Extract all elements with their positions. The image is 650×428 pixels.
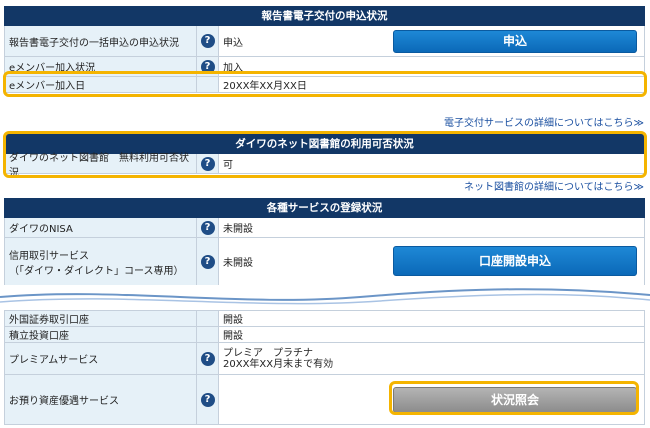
nisa-value: 未開設	[219, 218, 644, 237]
tsumitate-row: 積立投資口座 開設	[4, 327, 645, 343]
report-bulk-apply-row: 報告書電子交付の一括申込の申込状況 ? 申込 申込	[4, 26, 645, 57]
help-icon[interactable]: ?	[200, 254, 215, 269]
emember-status-value: 加入	[219, 57, 644, 76]
wave-separator	[0, 285, 650, 310]
deposit-service-row: お預り資産優遇サービス ? 状況照会	[4, 375, 645, 425]
emember-date-row: eメンバー加入日 20XX年XX月XX日	[4, 77, 645, 93]
open-account-button[interactable]: 口座開設申込	[393, 246, 637, 276]
library-section: ダイワのネット図書館の利用可否状況 ダイワのネット図書館 無料利用可否状況 ? …	[4, 134, 645, 179]
services-section: 各種サービスの登録状況 ダイワのNISA ? 未開設 信用取引サービス （「ダイ…	[4, 198, 645, 286]
emember-status-row: eメンバー加入状況 ? 加入	[4, 57, 645, 77]
report-bulk-apply-label: 報告書電子交付の一括申込の申込状況	[5, 26, 197, 56]
report-section-header: 報告書電子交付の申込状況	[4, 6, 645, 26]
foreign-securities-label: 外国証券取引口座	[5, 311, 197, 326]
deposit-service-label: お預り資産優遇サービス	[5, 375, 197, 424]
margin-trading-label: 信用取引サービス	[9, 250, 89, 262]
nisa-row: ダイワのNISA ? 未開設	[4, 218, 645, 238]
margin-trading-row: 信用取引サービス （「ダイワ・ダイレクト」コース専用） ? 未開設 口座開設申込	[4, 238, 645, 286]
report-section: 報告書電子交付の申込状況 報告書電子交付の一括申込の申込状況 ? 申込 申込 e…	[4, 6, 645, 93]
report-bulk-apply-value: 申込	[223, 37, 243, 49]
premium-service-validity: 20XX年XX月末まで有効	[223, 358, 334, 370]
premium-service-tier: プレミア プラチナ	[223, 347, 313, 359]
premium-service-label: プレミアムサービス	[5, 343, 197, 374]
e-delivery-details-link[interactable]: 電子交付サービスの詳細についてはこちら≫	[444, 114, 644, 129]
services-section-header: 各種サービスの登録状況	[4, 198, 645, 218]
help-icon[interactable]: ?	[200, 220, 215, 235]
help-icon[interactable]: ?	[200, 59, 215, 74]
emember-date-value: 20XX年XX月XX日	[219, 77, 644, 92]
tsumitate-label: 積立投資口座	[5, 327, 197, 342]
foreign-securities-row: 外国証券取引口座 開設	[4, 311, 645, 327]
tsumitate-value: 開設	[219, 327, 644, 342]
help-icon[interactable]: ?	[200, 392, 215, 407]
help-icon[interactable]: ?	[200, 351, 215, 366]
premium-service-row: プレミアムサービス ? プレミア プラチナ 20XX年XX月末まで有効	[4, 343, 645, 375]
foreign-securities-value: 開設	[219, 311, 644, 326]
apply-button[interactable]: 申込	[393, 30, 637, 53]
help-icon[interactable]: ?	[200, 156, 215, 171]
margin-trading-value: 未開設	[223, 258, 253, 269]
library-details-link[interactable]: ネット図書館の詳細についてはこちら≫	[464, 178, 644, 193]
library-usage-label: ダイワのネット図書館 無料利用可否状況	[5, 153, 197, 179]
emember-status-label: eメンバー加入状況	[5, 57, 197, 76]
help-icon[interactable]: ?	[200, 34, 215, 48]
margin-trading-sublabel: （「ダイワ・ダイレクト」コース専用）	[9, 265, 184, 277]
library-usage-row: ダイワのネット図書館 無料利用可否状況 ? 可	[4, 153, 645, 179]
nisa-label: ダイワのNISA	[5, 218, 197, 237]
emember-date-label: eメンバー加入日	[5, 77, 197, 92]
status-inquiry-button[interactable]: 状況照会	[393, 387, 637, 413]
library-usage-value: 可	[219, 154, 644, 173]
services-section-continued: 外国証券取引口座 開設 積立投資口座 開設 プレミアムサービス ? プレミア プ…	[4, 310, 645, 425]
